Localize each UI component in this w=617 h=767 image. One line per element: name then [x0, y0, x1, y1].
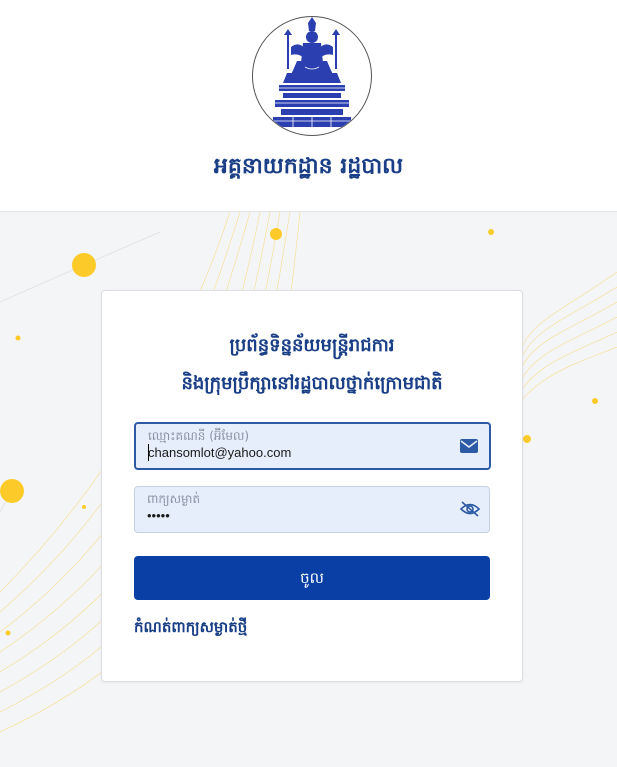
- username-label: ឈ្មោះគណនី (អ៊ីមែល): [148, 429, 250, 443]
- reset-password-link[interactable]: កំណត់ពាក្យសម្ងាត់ថ្មី: [134, 618, 247, 640]
- login-card: ប្រព័ន្ធទិន្នន័យមន្ត្រីរាជការ និងក្រុមប្…: [101, 290, 523, 682]
- password-input[interactable]: •••••: [147, 508, 447, 523]
- system-title-line1: ប្រព័ន្ធទិន្នន័យមន្ត្រីរាជការ: [229, 335, 395, 356]
- system-title-line2: និងក្រុមប្រឹក្សានៅរដ្ឋបាលថ្នាក់ក្រោមជាតិ: [181, 373, 443, 394]
- organization-title: អគ្គនាយកដ្ឋាន រដ្ឋបាល: [213, 154, 404, 179]
- envelope-icon: [459, 437, 479, 455]
- username-input[interactable]: chansomlot@yahoo.com: [148, 445, 448, 460]
- deity-emblem-icon: [273, 17, 351, 127]
- emblem-logo: [252, 16, 372, 136]
- page-header: អគ្គនាយកដ្ឋាន រដ្ឋបាល: [0, 0, 617, 212]
- username-field[interactable]: ឈ្មោះគណនី (អ៊ីមែល) chansomlot@yahoo.com: [134, 422, 491, 470]
- login-button[interactable]: ចូល: [134, 556, 490, 600]
- password-field[interactable]: ពាក្យសម្ងាត់ •••••: [134, 486, 490, 533]
- eye-off-icon[interactable]: [459, 500, 481, 518]
- password-label: ពាក្យសម្ងាត់: [147, 492, 201, 506]
